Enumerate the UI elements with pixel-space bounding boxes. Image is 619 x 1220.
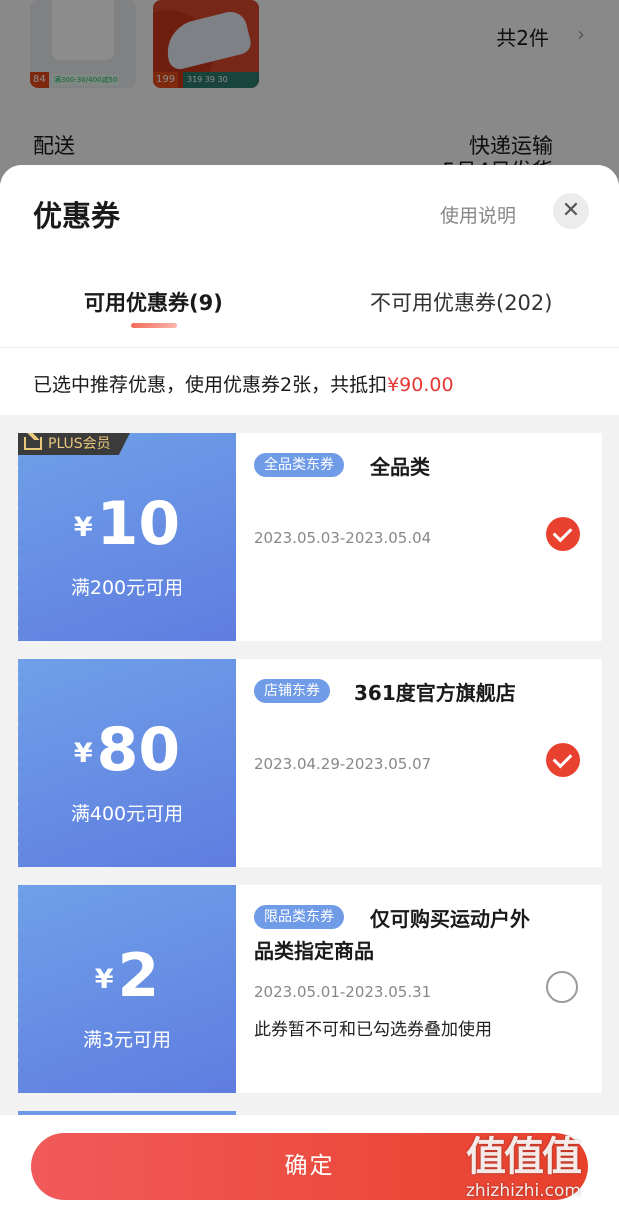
- coupon-title: 仅可购买运动户外: [370, 907, 530, 931]
- currency-symbol: ¥: [73, 738, 93, 769]
- coupon-type-tag: 店铺东券: [254, 679, 330, 703]
- summary-text: 已选中推荐优惠，使用优惠券2张，共抵扣: [33, 374, 388, 396]
- coupon-amount: 2: [117, 941, 160, 1011]
- coupon-details: 全品类东券 全品类 2023.05.03-2023.05.04: [236, 433, 602, 641]
- coupon-threshold: 满3元可用: [82, 1029, 172, 1051]
- coupon-value-panel: ¥2 满3元可用: [14, 885, 236, 1093]
- tab-available-coupons[interactable]: 可用优惠券(9): [84, 287, 223, 317]
- currency-symbol: ¥: [73, 512, 93, 543]
- coupon-threshold: 满200元可用: [70, 577, 184, 599]
- selected-checkmark-icon[interactable]: [546, 517, 580, 551]
- coupon-title: 361度官方旗舰店: [354, 681, 516, 705]
- selected-checkmark-icon[interactable]: [546, 743, 580, 777]
- watermark-logo: 值值值: [466, 1134, 582, 1180]
- usage-instructions-link[interactable]: 使用说明: [440, 201, 516, 228]
- coupon-details: 店铺东券 361度官方旗舰店 2023.04.29-2023.05.07: [236, 659, 602, 867]
- plus-badge-label: PLUS会员: [48, 436, 111, 452]
- coupon-sheet: 优惠券 使用说明 ✕ 可用优惠券(9) 不可用优惠券(202) 已选中推荐优惠，…: [0, 165, 619, 1220]
- coupon-card[interactable]: ¥10 满200元可用 PLUS会员 全品类东券 全品类 2023.05.03-…: [14, 433, 602, 641]
- coupon-card[interactable]: ¥80 满400元可用 店铺东券 361度官方旗舰店 2023.04.29-20…: [14, 659, 602, 867]
- unselected-radio-icon[interactable]: [546, 971, 578, 1003]
- sheet-title: 优惠券: [33, 199, 121, 233]
- coupon-amount: 10: [96, 489, 181, 559]
- coupon-details: 限品类东券 仅可购买运动户外 品类指定商品 2023.05.01-2023.05…: [236, 885, 602, 1093]
- sheet-header: 优惠券 使用说明 ✕ 可用优惠券(9) 不可用优惠券(202): [0, 165, 619, 347]
- coupon-card[interactable]: ¥2 满3元可用 限品类东券 仅可购买运动户外 品类指定商品 2023.05.0…: [14, 885, 602, 1093]
- coupon-validity-dates: 2023.04.29-2023.05.07: [254, 755, 432, 773]
- coupon-threshold: 满400元可用: [70, 803, 184, 825]
- coupon-title-continued: 品类指定商品: [254, 939, 374, 963]
- coupon-validity-dates: 2023.05.01-2023.05.31: [254, 983, 432, 1001]
- currency-symbol: ¥: [94, 964, 114, 995]
- summary-amount: ¥90.00: [387, 374, 454, 396]
- coupon-type-tag: 限品类东券: [254, 905, 344, 929]
- coupon-validity-dates: 2023.05.03-2023.05.04: [254, 529, 432, 547]
- active-tab-indicator: [131, 323, 177, 328]
- coupon-value-panel: ¥80 满400元可用: [14, 659, 236, 867]
- coupon-stacking-note: 此券暂不可和已勾选券叠加使用: [254, 1020, 492, 1040]
- selection-summary: 已选中推荐优惠，使用优惠券2张，共抵扣¥90.00: [0, 347, 619, 415]
- coupon-type-tag: 全品类东券: [254, 453, 344, 477]
- watermark-site: zhizhizhi.com: [466, 1181, 581, 1201]
- coupon-title: 全品类: [370, 455, 430, 479]
- close-icon[interactable]: ✕: [553, 193, 589, 229]
- site-watermark: 值值值 zhizhizhi.com: [466, 1133, 614, 1213]
- tab-unavailable-coupons[interactable]: 不可用优惠券(202): [370, 287, 552, 317]
- coupon-value-panel: ¥10 满200元可用: [14, 433, 236, 641]
- coupon-amount: 80: [96, 715, 181, 785]
- plus-member-badge: PLUS会员: [18, 433, 130, 455]
- crown-icon: [24, 433, 42, 450]
